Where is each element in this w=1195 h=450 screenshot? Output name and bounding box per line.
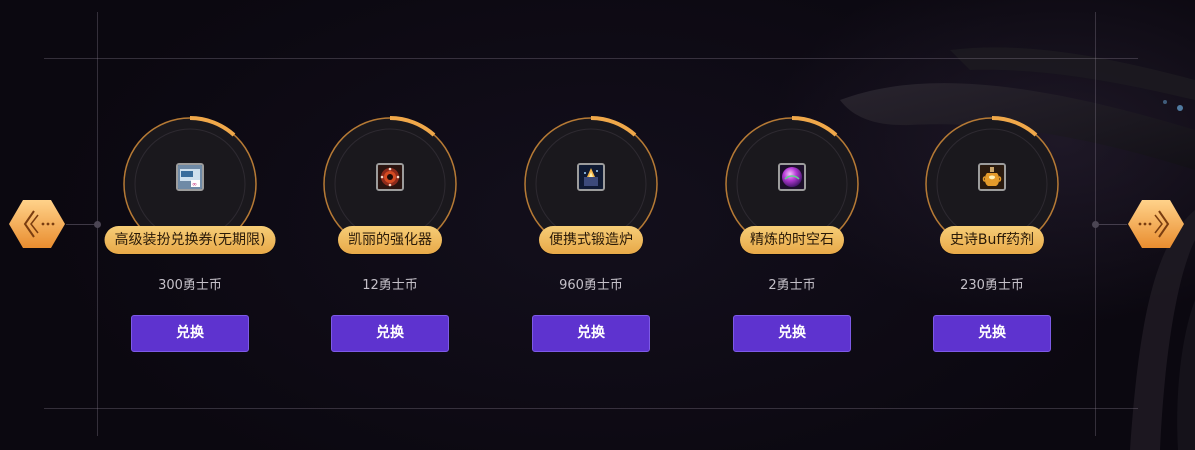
item-price: 2勇士币 <box>768 278 816 293</box>
orb-icon <box>778 163 806 191</box>
chevron-left-icon <box>9 200 65 248</box>
shop-item: 凯丽的强化器 12勇士币 兑换 <box>305 112 475 362</box>
exchange-button[interactable]: 兑换 <box>532 315 650 352</box>
left-node-dot <box>94 221 101 228</box>
potion-icon <box>978 163 1006 191</box>
forge-icon <box>577 163 605 191</box>
left-connector-line <box>66 224 96 225</box>
shop-item: 精炼的时空石 2勇士币 兑换 <box>707 112 877 362</box>
next-page-button[interactable] <box>1127 199 1185 249</box>
exchange-button[interactable]: 兑换 <box>933 315 1051 352</box>
item-name-pill: 高级装扮兑换券(无期限) <box>104 226 276 254</box>
item-name-pill: 史诗Buff药剂 <box>939 226 1045 254</box>
item-price: 300勇士币 <box>158 278 222 293</box>
exchange-button[interactable]: 兑换 <box>131 315 249 352</box>
svg-text:∞: ∞ <box>192 181 197 188</box>
item-price: 230勇士币 <box>960 278 1024 293</box>
frame-bottom-line <box>44 408 1138 409</box>
shop-item: 便携式锻造炉 960勇士币 兑换 <box>506 112 676 362</box>
item-name-pill: 便携式锻造炉 <box>539 226 643 254</box>
item-name-pill: 精炼的时空石 <box>740 226 844 254</box>
shop-item: ∞ 高级装扮兑换券(无期限) 300勇士币 兑换 <box>104 112 276 362</box>
right-connector-line <box>1097 224 1127 225</box>
shop-item: 史诗Buff药剂 230勇士币 兑换 <box>907 112 1077 362</box>
enhancer-icon <box>376 163 404 191</box>
frame-top-line <box>44 58 1138 59</box>
item-price: 960勇士币 <box>559 278 623 293</box>
chevron-right-icon <box>1128 200 1184 248</box>
exchange-button[interactable]: 兑换 <box>733 315 851 352</box>
right-node-dot <box>1092 221 1099 228</box>
exchange-button[interactable]: 兑换 <box>331 315 449 352</box>
item-price: 12勇士币 <box>362 278 418 293</box>
exchange-shop-panel: ∞ 高级装扮兑换券(无期限) 300勇士币 兑换 凯丽的强化器 12勇士币 兑换… <box>0 0 1195 450</box>
prev-page-button[interactable] <box>8 199 66 249</box>
coupon-icon: ∞ <box>176 163 204 191</box>
item-name-pill: 凯丽的强化器 <box>338 226 442 254</box>
